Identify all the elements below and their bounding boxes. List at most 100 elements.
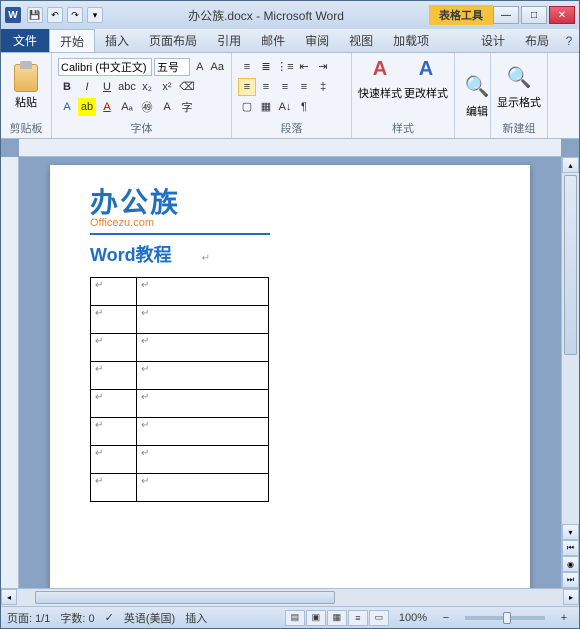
table-row[interactable]: ↵↵ <box>91 362 269 390</box>
align-left-icon[interactable]: ≡ <box>238 78 256 96</box>
table-cell[interactable]: ↵ <box>91 278 137 306</box>
help-icon[interactable]: ? <box>559 29 579 52</box>
horizontal-ruler[interactable] <box>19 139 561 157</box>
tab-insert[interactable]: 插入 <box>95 29 139 52</box>
document-table[interactable]: ↵↵↵↵↵↵↵↵↵↵↵↵↵↵↵↵ <box>90 277 269 502</box>
superscript-button[interactable]: x² <box>158 78 176 96</box>
grow-font-icon[interactable]: A <box>192 58 208 76</box>
font-name-select[interactable] <box>58 58 152 76</box>
scroll-right-icon[interactable]: ▸ <box>563 589 579 605</box>
table-cell[interactable]: ↵ <box>137 474 269 502</box>
align-center-icon[interactable]: ≡ <box>257 78 275 96</box>
table-cell[interactable]: ↵ <box>91 306 137 334</box>
zoom-slider-thumb[interactable] <box>503 612 511 624</box>
document-viewport[interactable]: 办公族 Officezu.com Word教程 ↵ ↵↵↵↵↵↵↵↵↵↵↵↵↵↵… <box>19 157 561 588</box>
change-styles-button[interactable]: A 更改样式 <box>404 55 448 118</box>
status-proof-icon[interactable]: ✓ <box>105 611 114 624</box>
tab-view[interactable]: 视图 <box>339 29 383 52</box>
zoom-slider[interactable] <box>465 616 545 620</box>
bullets-icon[interactable]: ≡ <box>238 58 256 76</box>
quick-styles-button[interactable]: A 快速样式 <box>358 55 402 118</box>
browse-object-icon[interactable]: ◉ <box>562 556 579 572</box>
table-cell[interactable]: ↵ <box>91 474 137 502</box>
zoom-out-icon[interactable]: − <box>437 609 455 627</box>
vertical-scrollbar[interactable]: ▴ ▾ ⏮ ◉ ⏭ <box>561 157 579 588</box>
zoom-in-icon[interactable]: + <box>555 609 573 627</box>
draft-view-icon[interactable]: ▭ <box>369 610 389 626</box>
scroll-thumb-h[interactable] <box>35 591 335 604</box>
table-cell[interactable]: ↵ <box>91 362 137 390</box>
highlight-icon[interactable]: ab <box>78 98 96 116</box>
strike-button[interactable]: abc <box>118 78 136 96</box>
scroll-left-icon[interactable]: ◂ <box>1 589 17 605</box>
table-cell[interactable]: ↵ <box>91 390 137 418</box>
table-cell[interactable]: ↵ <box>137 390 269 418</box>
status-words[interactable]: 字数: 0 <box>60 610 94 626</box>
table-row[interactable]: ↵↵ <box>91 474 269 502</box>
enclose-chars-icon[interactable]: ㊾ <box>138 98 156 116</box>
font-size-select[interactable] <box>154 58 190 76</box>
tab-table-layout[interactable]: 布局 <box>515 29 559 52</box>
table-row[interactable]: ↵↵ <box>91 334 269 362</box>
editing-button[interactable]: 🔍 编辑 <box>461 73 493 119</box>
tab-addins[interactable]: 加载项 <box>383 29 439 52</box>
phonetic-guide-icon[interactable]: 字 <box>178 98 196 116</box>
next-page-icon[interactable]: ⏭ <box>562 572 579 588</box>
table-row[interactable]: ↵↵ <box>91 446 269 474</box>
font-color-icon[interactable]: A <box>98 98 116 116</box>
numbering-icon[interactable]: ≣ <box>257 58 275 76</box>
align-right-icon[interactable]: ≡ <box>276 78 294 96</box>
table-row[interactable]: ↵↵ <box>91 278 269 306</box>
bold-button[interactable]: B <box>58 78 76 96</box>
tab-home[interactable]: 开始 <box>49 29 95 52</box>
shading-icon[interactable]: ▢ <box>238 98 256 116</box>
outline-view-icon[interactable]: ≡ <box>348 610 368 626</box>
table-cell[interactable]: ↵ <box>137 418 269 446</box>
table-row[interactable]: ↵↵ <box>91 418 269 446</box>
table-cell[interactable]: ↵ <box>91 446 137 474</box>
tab-table-design[interactable]: 设计 <box>471 29 515 52</box>
table-cell[interactable]: ↵ <box>137 362 269 390</box>
minimize-button[interactable]: — <box>493 6 519 24</box>
fullscreen-view-icon[interactable]: ▣ <box>306 610 326 626</box>
table-cell[interactable]: ↵ <box>137 446 269 474</box>
tab-mailings[interactable]: 邮件 <box>251 29 295 52</box>
increase-indent-icon[interactable]: ⇥ <box>314 58 332 76</box>
table-cell[interactable]: ↵ <box>91 334 137 362</box>
prev-page-icon[interactable]: ⏮ <box>562 540 579 556</box>
clear-format-icon[interactable]: ⌫ <box>178 78 196 96</box>
subscript-button[interactable]: x₂ <box>138 78 156 96</box>
table-row[interactable]: ↵↵ <box>91 390 269 418</box>
char-scale-icon[interactable]: A <box>158 98 176 116</box>
line-spacing-icon[interactable]: ‡ <box>314 78 332 96</box>
file-tab[interactable]: 文件 <box>1 29 49 52</box>
paste-button[interactable]: 粘贴 <box>7 59 45 115</box>
show-marks-icon[interactable]: ¶ <box>295 98 313 116</box>
scroll-down-icon[interactable]: ▾ <box>562 524 579 540</box>
text-effects-icon[interactable]: A <box>58 98 76 116</box>
table-cell[interactable]: ↵ <box>137 306 269 334</box>
tab-page-layout[interactable]: 页面布局 <box>139 29 207 52</box>
status-page[interactable]: 页面: 1/1 <box>7 610 50 626</box>
web-layout-view-icon[interactable]: ▦ <box>327 610 347 626</box>
multilevel-icon[interactable]: ⋮≡ <box>276 58 294 76</box>
sort-icon[interactable]: A↓ <box>276 98 294 116</box>
maximize-button[interactable]: □ <box>521 6 547 24</box>
italic-button[interactable]: I <box>78 78 96 96</box>
page[interactable]: 办公族 Officezu.com Word教程 ↵ ↵↵↵↵↵↵↵↵↵↵↵↵↵↵… <box>50 165 530 588</box>
close-button[interactable]: ✕ <box>549 6 575 24</box>
table-cell[interactable]: ↵ <box>91 418 137 446</box>
justify-icon[interactable]: ≡ <box>295 78 313 96</box>
table-cell[interactable]: ↵ <box>137 278 269 306</box>
underline-button[interactable]: U <box>98 78 116 96</box>
tab-review[interactable]: 审阅 <box>295 29 339 52</box>
qat-more-icon[interactable]: ▾ <box>87 7 103 23</box>
table-row[interactable]: ↵↵ <box>91 306 269 334</box>
zoom-level[interactable]: 100% <box>399 612 427 624</box>
status-mode[interactable]: 插入 <box>185 610 207 626</box>
status-language[interactable]: 英语(美国) <box>124 610 175 626</box>
scroll-up-icon[interactable]: ▴ <box>562 157 579 173</box>
redo-icon[interactable]: ↷ <box>67 7 83 23</box>
borders-icon[interactable]: ▦ <box>257 98 275 116</box>
tab-references[interactable]: 引用 <box>207 29 251 52</box>
